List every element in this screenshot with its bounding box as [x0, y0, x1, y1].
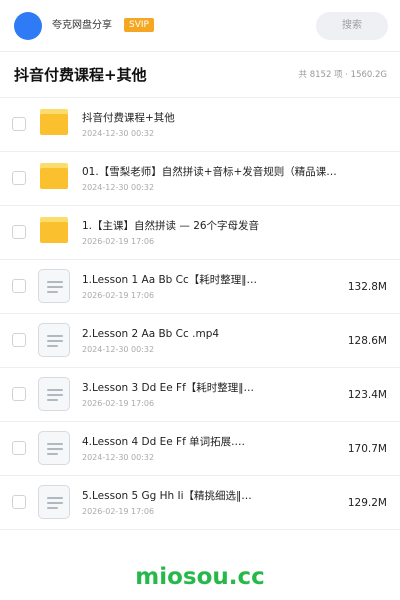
item-date: 2026-02-19 17:06	[82, 291, 155, 300]
item-date: 2026-02-19 17:06	[82, 399, 155, 408]
row-checkbox[interactable]	[12, 279, 26, 293]
avatar[interactable]	[14, 12, 42, 40]
folder-icon	[40, 163, 68, 189]
document-icon	[38, 269, 70, 303]
item-date: 2026-02-19 17:06	[82, 507, 155, 516]
folder-icon	[40, 217, 68, 243]
folder-summary: 共 8152 项 · 1560.2G	[298, 70, 387, 80]
item-name[interactable]: 5.Lesson 5 Gg Hh Ii【精挑细选‖…	[82, 489, 344, 503]
file-list: 抖音付费课程+其他 2024-12-30 00:32 01.【雪梨老师】自然拼读+音…	[0, 98, 400, 530]
item-size: 129.2M	[347, 497, 387, 509]
file-row[interactable]: 2.Lesson 2 Aa Bb Cc .mp4 2024-12-30 00:32…	[0, 314, 400, 368]
file-row[interactable]: 4.Lesson 4 Dd Ee Ff 单词拓展.… 2024-12-30 00:…	[0, 422, 400, 476]
row-checkbox[interactable]	[12, 171, 26, 185]
item-date: 2024-12-30 00:32	[82, 183, 155, 192]
document-icon	[38, 485, 70, 519]
top-bar: 夸克网盘分享 SVIP 搜索	[0, 0, 400, 52]
item-date: 2024-12-30 00:32	[82, 129, 155, 138]
file-row[interactable]: 3.Lesson 3 Dd Ee Ff【耗时整理‖… 2026-02-19 17:…	[0, 368, 400, 422]
file-row[interactable]: 5.Lesson 5 Gg Hh Ii【精挑细选‖… 2026-02-19 17:…	[0, 476, 400, 530]
item-size: 128.6M	[347, 335, 387, 347]
document-icon	[38, 323, 70, 357]
row-checkbox[interactable]	[12, 117, 26, 131]
item-name[interactable]: 1.【主课】自然拼读 — 26个字母发音	[82, 219, 344, 233]
item-name[interactable]: 1.Lesson 1 Aa Bb Cc【耗时整理‖…	[82, 273, 344, 287]
item-date: 2024-12-30 00:32	[82, 453, 155, 462]
svip-badge: SVIP	[124, 18, 154, 32]
item-name[interactable]: 2.Lesson 2 Aa Bb Cc .mp4	[82, 327, 344, 341]
item-name[interactable]: 3.Lesson 3 Dd Ee Ff【耗时整理‖…	[82, 381, 344, 395]
folder-header: 抖音付费课程+其他 共 8152 项 · 1560.2G	[0, 52, 400, 98]
page-title: 抖音付费课程+其他	[14, 66, 147, 84]
item-size: 170.7M	[347, 443, 387, 455]
item-name[interactable]: 01.【雪梨老师】自然拼读+音标+发音规则（精品课…	[82, 165, 344, 179]
row-checkbox[interactable]	[12, 495, 26, 509]
row-checkbox[interactable]	[12, 441, 26, 455]
watermark: miosou.cc	[135, 564, 265, 590]
folder-row[interactable]: 01.【雪梨老师】自然拼读+音标+发音规则（精品课… 2024-12-30 00:…	[0, 152, 400, 206]
item-size: 123.4M	[347, 389, 387, 401]
item-size: 132.8M	[347, 281, 387, 293]
document-icon	[38, 377, 70, 411]
item-date: 2024-12-30 00:32	[82, 345, 155, 354]
document-icon	[38, 431, 70, 465]
folder-row[interactable]: 抖音付费课程+其他 2024-12-30 00:32	[0, 98, 400, 152]
row-checkbox[interactable]	[12, 387, 26, 401]
share-name: 夸克网盘分享	[52, 20, 112, 31]
row-checkbox[interactable]	[12, 333, 26, 347]
file-row[interactable]: 1.Lesson 1 Aa Bb Cc【耗时整理‖… 2026-02-19 17:…	[0, 260, 400, 314]
folder-row[interactable]: 1.【主课】自然拼读 — 26个字母发音 2026-02-19 17:06	[0, 206, 400, 260]
row-checkbox[interactable]	[12, 225, 26, 239]
search-input[interactable]: 搜索	[316, 12, 388, 40]
item-name[interactable]: 4.Lesson 4 Dd Ee Ff 单词拓展.…	[82, 435, 344, 449]
folder-icon	[40, 109, 68, 135]
item-date: 2026-02-19 17:06	[82, 237, 155, 246]
item-name[interactable]: 抖音付费课程+其他	[82, 111, 344, 125]
